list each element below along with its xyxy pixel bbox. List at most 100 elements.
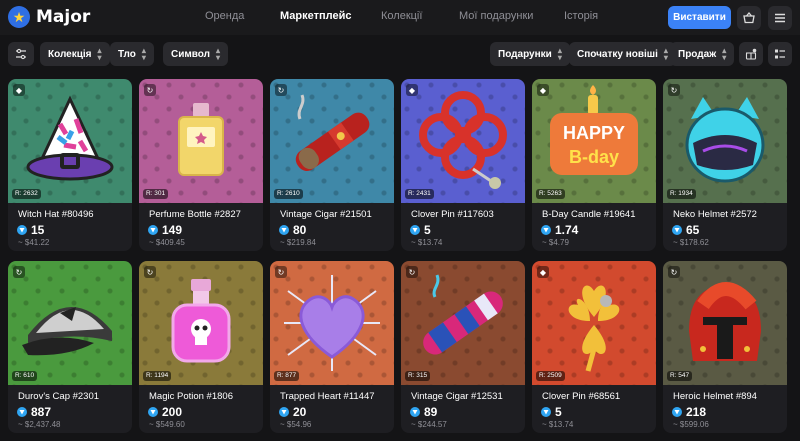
- refresh-icon: ↻: [144, 84, 156, 96]
- gift-card[interactable]: ↻ R: 547 Heroic Helmet #894 218 ~ $599.06: [663, 261, 787, 433]
- rarity-badge: R: 2632: [12, 189, 41, 199]
- gift-name: Trapped Heart #11447: [280, 391, 375, 402]
- price-row: 5: [541, 405, 562, 419]
- gift-price: 200: [162, 405, 183, 419]
- price-row: 15: [17, 223, 44, 237]
- updown-icon: ▴ ▾: [216, 46, 221, 62]
- refresh-icon: ↻: [406, 266, 418, 278]
- filter-background[interactable]: Тло ▴ ▾: [110, 42, 154, 66]
- rarity-badge: R: 2509: [536, 371, 565, 381]
- rarity-badge: R: 315: [405, 371, 431, 381]
- ton-icon: [410, 225, 420, 235]
- gift-image: ↻ R: 301: [139, 79, 263, 203]
- gift-image: ↻ R: 1934: [663, 79, 787, 203]
- gift-usd-price: ~ $178.62: [673, 238, 709, 247]
- gift-image: ↻ R: 877: [270, 261, 394, 385]
- gift-price: 218: [686, 405, 707, 419]
- gift-image: ↻ R: 315: [401, 261, 525, 385]
- list-view-icon: [775, 49, 785, 59]
- rarity-badge: R: 610: [12, 371, 38, 381]
- gift-name: Neko Helmet #2572: [673, 209, 757, 220]
- gift-name: Durov's Cap #2301: [18, 391, 100, 402]
- gift-card[interactable]: ↻ R: 1194 Magic Potion #1806 200 ~ $549.60: [139, 261, 263, 433]
- filter-symbol[interactable]: Символ ▴ ▾: [163, 42, 229, 66]
- gift-price: 89: [424, 405, 438, 419]
- gift-card[interactable]: ◆ R: 2632 Witch Hat #80496 15 ~ $41.22: [8, 79, 132, 251]
- updown-icon: ▴ ▾: [557, 46, 562, 62]
- filter-background-label: Тло: [118, 48, 136, 60]
- view-toggle-button[interactable]: [768, 42, 792, 66]
- sort-newest-label: Спочатку новіші: [577, 48, 658, 60]
- gift-name: Magic Potion #1806: [149, 391, 233, 402]
- filter-gifts-label: Подарунки: [498, 48, 552, 60]
- sort-newest[interactable]: Спочатку новіші ▴ ▾: [569, 42, 676, 66]
- gift-image: ◆ R: 2509: [532, 261, 656, 385]
- gift-card[interactable]: ◆ R: 2509 Clover Pin #68561 5 ~ $13.74: [532, 261, 656, 433]
- refresh-icon: ↻: [275, 84, 287, 96]
- nav-my-gifts[interactable]: Мої подарунки: [459, 10, 533, 22]
- gift-usd-price: ~ $13.74: [542, 420, 574, 429]
- sliders-icon: [16, 48, 26, 60]
- gift-card[interactable]: HAPPY B-day ◆ R: 5263 B-Day Candle #19641 1.7…: [532, 79, 656, 251]
- rarity-badge: R: 547: [667, 371, 693, 381]
- updown-icon: ▴ ▾: [141, 46, 146, 62]
- diamond-icon: ◆: [537, 266, 549, 278]
- gift-usd-price: ~ $244.57: [411, 420, 447, 429]
- top-bar: ★ Major Оренда Маркетплейс Колекції Мої …: [0, 0, 800, 35]
- updown-icon: ▴ ▾: [722, 46, 727, 62]
- settings-filter-button[interactable]: [8, 42, 34, 66]
- nav-collections[interactable]: Колекції: [381, 10, 422, 22]
- gift-name: Vintage Cigar #12531: [411, 391, 503, 402]
- price-row: 887: [17, 405, 51, 419]
- gift-usd-price: ~ $13.74: [411, 238, 443, 247]
- ton-icon: [541, 407, 551, 417]
- gift-card[interactable]: ↻ R: 1934 Neko Helmet #2572 65 ~ $178.62: [663, 79, 787, 251]
- price-row: 65: [672, 223, 699, 237]
- nav-marketplace[interactable]: Маркетплейс: [280, 10, 351, 22]
- filter-gifts[interactable]: Подарунки ▴ ▾: [490, 42, 570, 66]
- gift-price: 80: [293, 223, 307, 237]
- gift-card[interactable]: ↻ R: 610 Durov's Cap #2301 887 ~ $2,437.48: [8, 261, 132, 433]
- gift-price: 887: [31, 405, 52, 419]
- rarity-badge: R: 1934: [667, 189, 696, 199]
- menu-button[interactable]: [768, 6, 792, 30]
- gift-toggle-button[interactable]: [739, 42, 763, 66]
- ton-icon: [148, 407, 158, 417]
- hamburger-icon: [775, 13, 785, 23]
- gift-name: Heroic Helmet #894: [673, 391, 757, 402]
- gift-card[interactable]: ↻ R: 315 Vintage Cigar #12531 89 ~ $244.57: [401, 261, 525, 433]
- gift-usd-price: ~ $219.84: [280, 238, 316, 247]
- gift-image: ↻ R: 547: [663, 261, 787, 385]
- basket-button[interactable]: [737, 6, 761, 30]
- list-gift-button[interactable]: Виставити: [668, 6, 731, 29]
- gift-price: 1.74: [555, 223, 579, 237]
- refresh-icon: ↻: [668, 84, 680, 96]
- rarity-badge: R: 2431: [405, 189, 434, 199]
- nav-history[interactable]: Історія: [564, 10, 598, 22]
- nav-rent[interactable]: Оренда: [205, 10, 244, 22]
- gift-card[interactable]: ↻ R: 2610 Vintage Cigar #21501 80 ~ $219.84: [270, 79, 394, 251]
- filter-collection[interactable]: Колекція ▴ ▾: [40, 42, 110, 66]
- price-row: 1.74: [541, 223, 578, 237]
- gift-usd-price: ~ $409.45: [149, 238, 185, 247]
- rarity-badge: R: 877: [274, 371, 300, 381]
- filter-sale[interactable]: Продаж ▴ ▾: [670, 42, 735, 66]
- price-row: 149: [148, 223, 182, 237]
- ton-icon: [541, 225, 551, 235]
- ton-icon: [148, 225, 158, 235]
- gift-price: 5: [555, 405, 562, 419]
- gift-card[interactable]: ◆ R: 2431 Clover Pin #117603 5 ~ $13.74: [401, 79, 525, 251]
- filter-collection-label: Колекція: [48, 48, 92, 60]
- refresh-icon: ↻: [144, 266, 156, 278]
- gift-image: ↻ R: 610: [8, 261, 132, 385]
- refresh-icon: ↻: [668, 266, 680, 278]
- gift-price: 20: [293, 405, 307, 419]
- rarity-badge: R: 301: [143, 189, 169, 199]
- gift-usd-price: ~ $41.22: [18, 238, 50, 247]
- gift-icon: [745, 48, 757, 60]
- ton-icon: [410, 407, 420, 417]
- gift-card[interactable]: ↻ R: 301 Perfume Bottle #2827 149 ~ $409.45: [139, 79, 263, 251]
- gift-price: 5: [424, 223, 431, 237]
- price-row: 89: [410, 405, 437, 419]
- gift-card[interactable]: ↻ R: 877 Trapped Heart #11447 20 ~ $54.96: [270, 261, 394, 433]
